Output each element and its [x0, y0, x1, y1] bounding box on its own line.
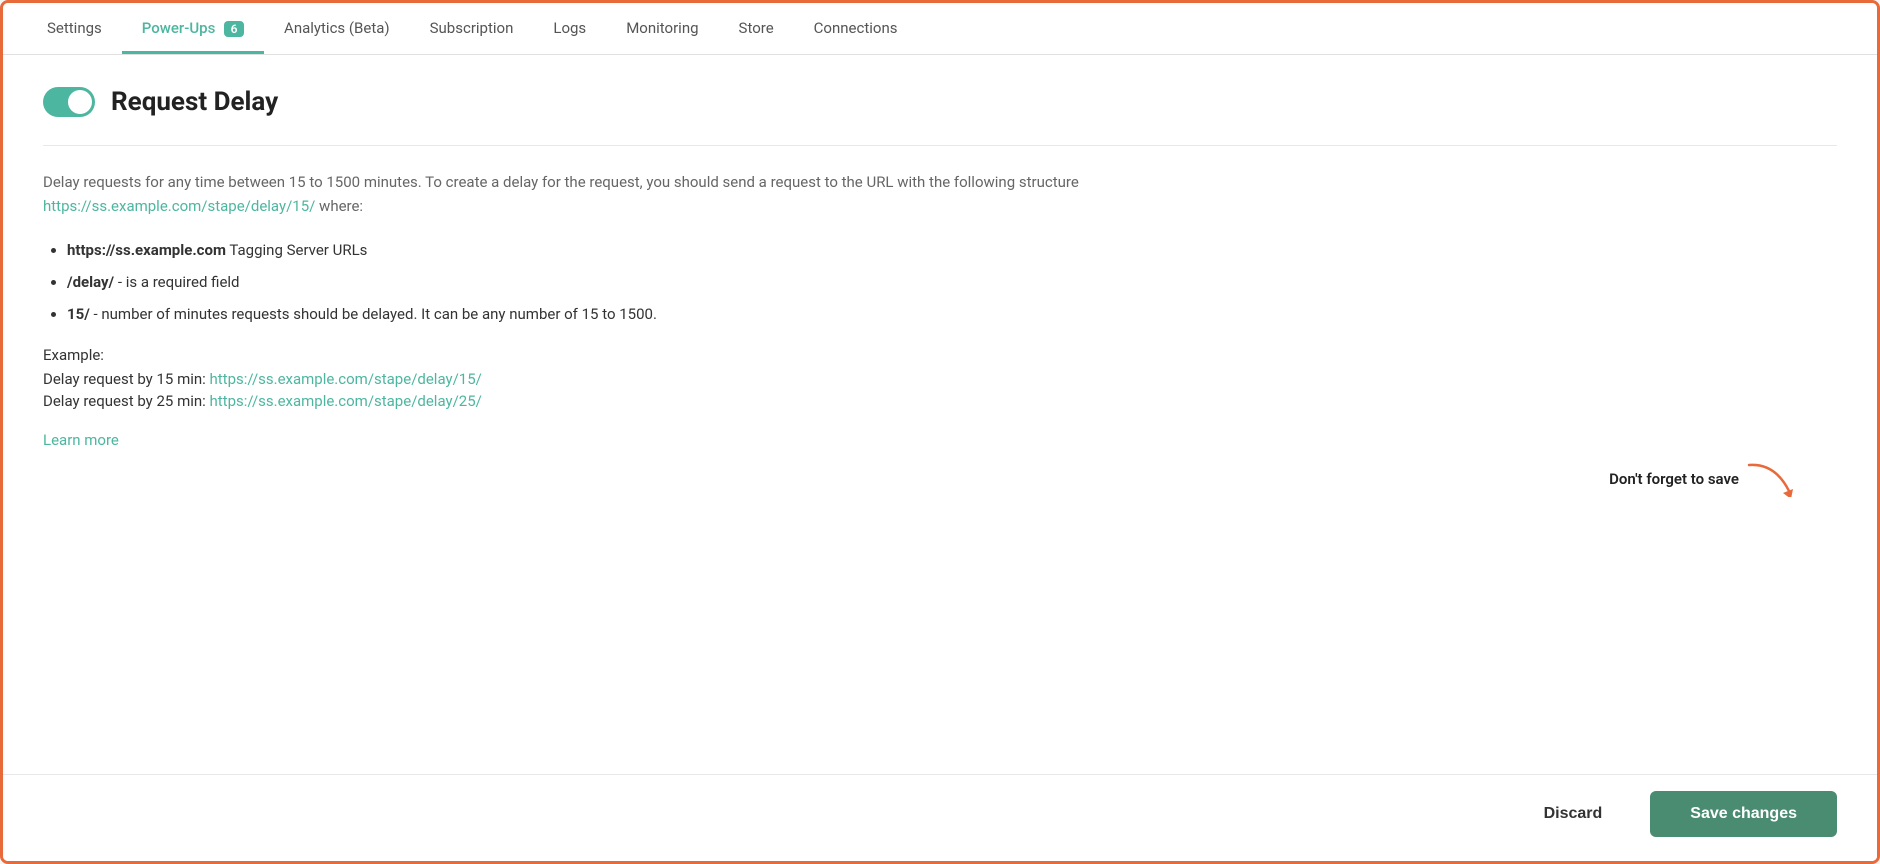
- feature-header: Request Delay: [43, 87, 1837, 117]
- arrow-icon: [1747, 461, 1797, 497]
- tabs-bar: Settings Power-Ups 6 Analytics (Beta) Su…: [3, 3, 1877, 55]
- example-25-line: Delay request by 25 min: https://ss.exam…: [43, 392, 1143, 410]
- main-content: Request Delay Delay requests for any tim…: [3, 55, 1877, 861]
- save-reminder-area: Don't forget to save: [43, 449, 1837, 501]
- save-reminder-text: Don't forget to save: [1609, 470, 1739, 488]
- tab-logs[interactable]: Logs: [533, 3, 606, 54]
- tab-subscription[interactable]: Subscription: [410, 3, 534, 54]
- intro-link[interactable]: https://ss.example.com/stape/delay/15/: [43, 197, 315, 215]
- discard-button[interactable]: Discard: [1512, 791, 1635, 837]
- learn-more-link[interactable]: Learn more: [43, 431, 119, 449]
- example-block: Example: Delay request by 15 min: https:…: [43, 346, 1143, 410]
- example-15-link[interactable]: https://ss.example.com/stape/delay/15/: [210, 370, 482, 388]
- bullet-item-3: 15/ - number of minutes requests should …: [67, 302, 1143, 326]
- feature-title: Request Delay: [111, 87, 278, 117]
- save-changes-button[interactable]: Save changes: [1650, 791, 1837, 837]
- example-25-link[interactable]: https://ss.example.com/stape/delay/25/: [210, 392, 482, 410]
- tab-connections[interactable]: Connections: [794, 3, 918, 54]
- section-divider: [43, 145, 1837, 146]
- bullet-list: https://ss.example.com Tagging Server UR…: [67, 238, 1143, 326]
- content-section: Request Delay Delay requests for any tim…: [3, 55, 1877, 774]
- example-label: Example:: [43, 346, 1143, 364]
- tab-monitoring[interactable]: Monitoring: [606, 3, 718, 54]
- bullet-item-1: https://ss.example.com Tagging Server UR…: [67, 238, 1143, 262]
- tab-analytics[interactable]: Analytics (Beta): [264, 3, 410, 54]
- bullet-item-2: /delay/ - is a required field: [67, 270, 1143, 294]
- intro-paragraph: Delay requests for any time between 15 t…: [43, 170, 1143, 218]
- tab-power-ups[interactable]: Power-Ups 6: [122, 3, 264, 54]
- tab-store[interactable]: Store: [719, 3, 794, 54]
- example-15-line: Delay request by 15 min: https://ss.exam…: [43, 370, 1143, 388]
- footer-bar: Discard Save changes: [3, 774, 1877, 861]
- page-wrapper: Settings Power-Ups 6 Analytics (Beta) Su…: [0, 0, 1880, 864]
- request-delay-toggle[interactable]: [43, 87, 95, 117]
- tab-settings[interactable]: Settings: [27, 3, 122, 54]
- power-ups-badge: 6: [224, 21, 244, 37]
- description-area: Delay requests for any time between 15 t…: [43, 170, 1143, 449]
